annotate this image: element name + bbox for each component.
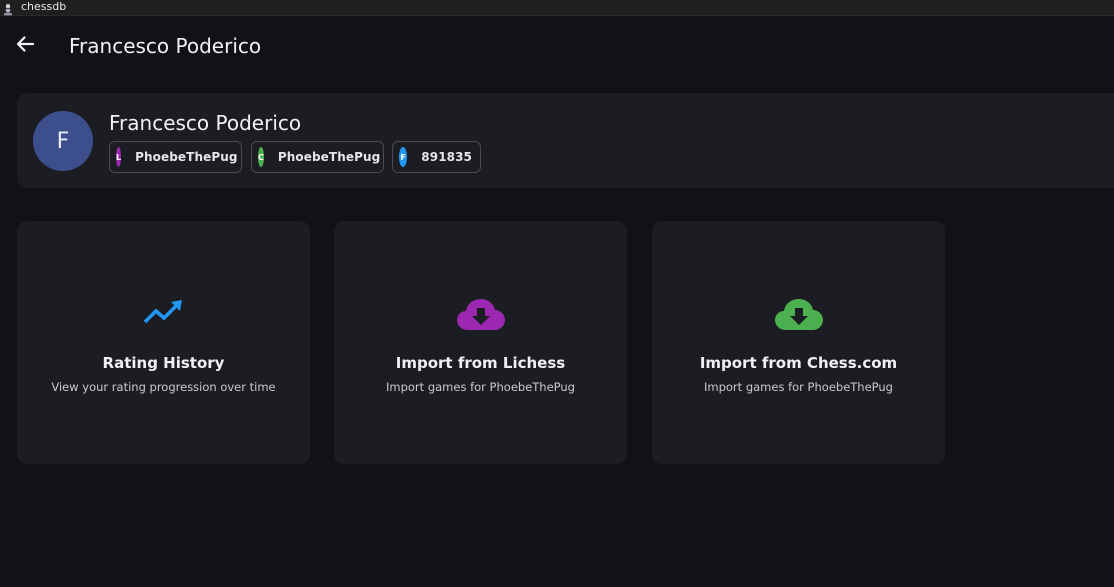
page-title: Francesco Poderico xyxy=(69,34,262,58)
cloud-download-icon xyxy=(456,297,506,335)
card-title: Rating History xyxy=(102,354,225,372)
import-lichess-card[interactable]: Import from Lichess Import games for Pho… xyxy=(334,221,627,464)
import-chesscom-card[interactable]: Import from Chess.com Import games for P… xyxy=(652,221,945,464)
card-subtitle: Import games for PhoebeThePug xyxy=(386,380,575,394)
chip-label: PhoebeThePug xyxy=(135,150,238,164)
chip-label: PhoebeThePug xyxy=(277,150,381,164)
back-button[interactable] xyxy=(10,32,40,60)
fide-badge: F xyxy=(399,147,408,167)
card-title: Import from Lichess xyxy=(395,354,566,372)
account-chip-chesscom[interactable]: C PhoebeThePug xyxy=(251,141,384,173)
chess-pawn-icon xyxy=(2,1,14,16)
profile-card: F Francesco Poderico L PhoebeThePug C Ph… xyxy=(17,93,1114,188)
profile-name: Francesco Poderico xyxy=(109,111,302,135)
chesscom-badge: C xyxy=(258,147,264,167)
lichess-badge: L xyxy=(116,147,122,167)
arrow-left-icon xyxy=(15,35,35,57)
account-chip-fide[interactable]: F 891835 xyxy=(392,141,481,173)
rating-history-card[interactable]: Rating History View your rating progress… xyxy=(17,221,310,464)
account-chip-lichess[interactable]: L PhoebeThePug xyxy=(109,141,242,173)
card-subtitle: Import games for PhoebeThePug xyxy=(704,380,893,394)
card-subtitle: View your rating progression over time xyxy=(51,380,276,394)
window-title: chessdb xyxy=(21,0,67,13)
chip-label: 891835 xyxy=(421,150,472,164)
trending-up-icon xyxy=(143,297,185,331)
avatar: F xyxy=(33,111,93,171)
window-titlebar: chessdb xyxy=(0,0,1114,16)
cloud-download-icon xyxy=(774,297,824,335)
card-title: Import from Chess.com xyxy=(699,354,898,372)
